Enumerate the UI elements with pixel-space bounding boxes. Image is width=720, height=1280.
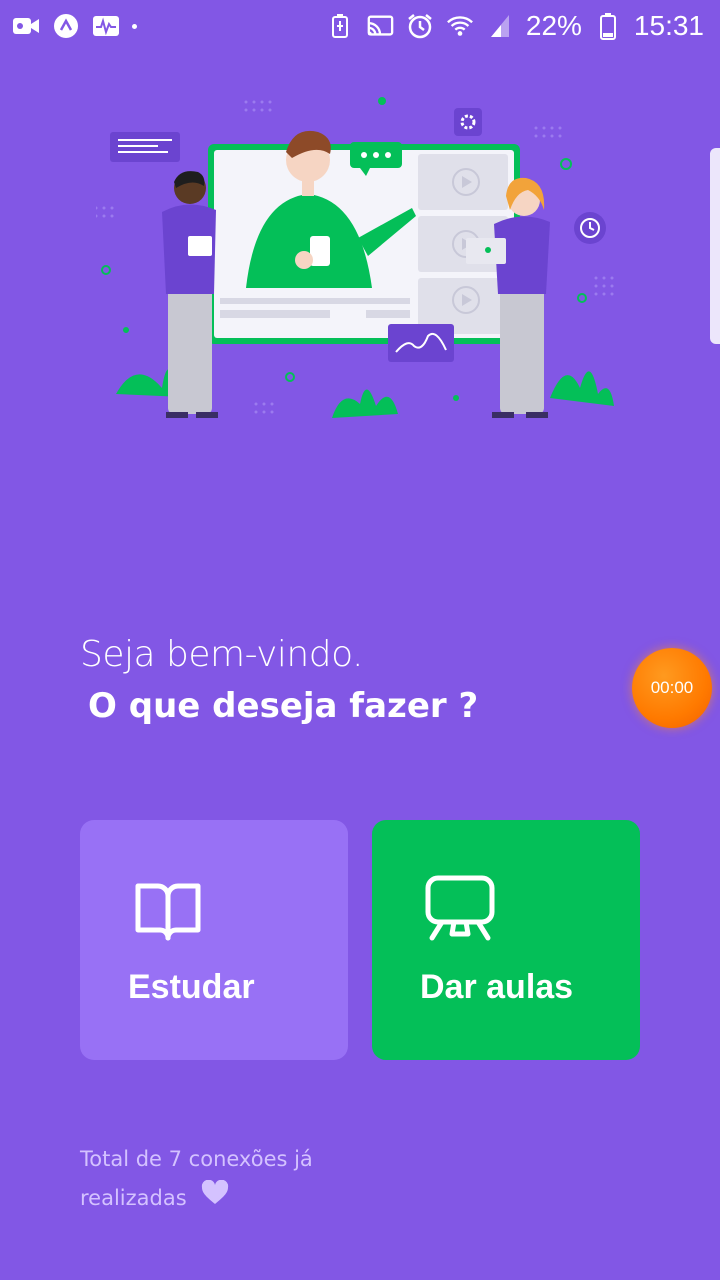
signal-icon: [486, 12, 514, 40]
book-open-icon: [130, 872, 206, 948]
notification-dot-icon: [132, 23, 137, 29]
cast-icon: [366, 12, 394, 40]
teach-button-label: Dar aulas: [420, 968, 574, 1006]
side-panel-handle[interactable]: [710, 148, 720, 344]
battery-icon: [594, 12, 622, 40]
heart-icon: [201, 1179, 229, 1219]
presentation-board-icon: [422, 872, 498, 948]
video-camera-icon: [12, 12, 40, 40]
connections-counter: Total de 7 conexões já realizadas: [80, 1140, 400, 1219]
status-bar: 22% 15:31: [0, 0, 720, 52]
alarm-icon: [406, 12, 434, 40]
connections-text-line1: Total de 7 conexões já: [80, 1147, 313, 1171]
study-button-label: Estudar: [128, 968, 255, 1006]
connections-text-line2: realizadas: [80, 1186, 187, 1210]
study-button[interactable]: Estudar: [80, 820, 348, 1060]
greeting: Seja bem-vindo. O que deseja fazer ?: [80, 630, 620, 732]
teach-button[interactable]: Dar aulas: [372, 820, 640, 1060]
clock-time: 15:31: [633, 10, 704, 41]
battery-percent: 22%: [525, 10, 582, 41]
app-logo-icon: [52, 12, 80, 40]
recording-timer-button[interactable]: 00:00: [632, 648, 712, 728]
battery-saver-icon: [326, 12, 354, 40]
greeting-title: Seja bem-vindo.: [80, 634, 363, 675]
activity-monitor-icon: [92, 12, 120, 40]
greeting-question: O que deseja fazer ?: [88, 686, 479, 726]
hero-illustration: [94, 88, 624, 432]
wifi-icon: [446, 12, 474, 40]
